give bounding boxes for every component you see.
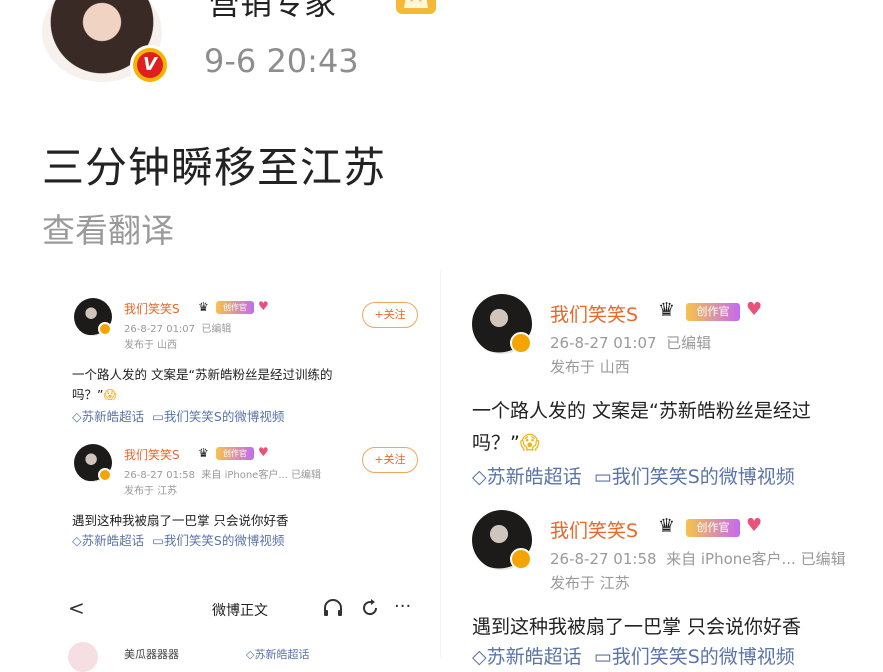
- nav-title: 微博正文: [212, 603, 268, 619]
- creator-tag: 创作官: [216, 447, 254, 460]
- post-text: 一个路人发的 文案是“苏新皓粉丝是经过训练的: [72, 367, 333, 382]
- diamond-icon: ◇: [472, 646, 487, 668]
- translate-link[interactable]: 查看翻译: [42, 204, 174, 252]
- topic-links[interactable]: ◇苏新皓超话 ▭我们笑笑S的微博视频: [472, 462, 795, 489]
- diamond-icon: ◇: [472, 466, 487, 488]
- creator-tag: 创作官: [216, 301, 254, 314]
- timestamp: 26-8-27 01:07 已编辑: [550, 334, 712, 352]
- creator-tag: 创作官: [686, 519, 740, 537]
- crown-icon: ♛: [198, 300, 209, 314]
- author-name[interactable]: 营销专家: [208, 0, 336, 24]
- detail-nav-bar: < 微博正文 ···: [56, 588, 436, 630]
- heart-icon: ♥: [258, 445, 269, 459]
- refresh-icon[interactable]: [360, 598, 380, 618]
- timestamp: 26-8-27 01:07 已编辑: [124, 324, 232, 335]
- follow-button[interactable]: +关注: [362, 302, 418, 328]
- username[interactable]: 我们笑笑S: [550, 300, 638, 327]
- verified-badge: V: [130, 45, 170, 85]
- back-button[interactable]: <: [68, 596, 85, 620]
- emoji-icon: 😱: [103, 387, 117, 402]
- topic-links[interactable]: ◇苏新皓超话 ▭我们笑笑S的微博视频: [472, 642, 795, 669]
- video-icon: ▭: [587, 466, 612, 488]
- verified-badge: [98, 322, 112, 336]
- crown-icon: [396, 0, 436, 14]
- crown-icon: ♛: [658, 515, 676, 537]
- diamond-icon: ◇: [72, 533, 82, 548]
- topic-links[interactable]: ◇苏新皓超话 ▭我们笑笑S的微博视频: [72, 530, 284, 549]
- username[interactable]: 我们笑笑S: [124, 300, 180, 317]
- post-timestamp: 9-6 20:43: [204, 42, 359, 80]
- location: 发布于 山西: [124, 340, 178, 351]
- post-text: 一个路人发的 文案是“苏新皓粉丝是经过: [472, 400, 811, 422]
- heart-icon: ♥: [258, 299, 269, 313]
- crown-icon: ♛: [658, 299, 676, 321]
- avatar[interactable]: [68, 642, 98, 672]
- verified-badge: [510, 548, 532, 570]
- video-icon: ▭: [148, 409, 164, 424]
- more-button[interactable]: ···: [394, 596, 411, 617]
- heart-icon: ♥: [746, 515, 763, 536]
- creator-tag: 创作官: [686, 303, 740, 321]
- topic-link[interactable]: ◇苏新皓超话: [246, 646, 309, 662]
- post-text: 遇到这种我被扇了一巴掌 只会说你好香: [72, 513, 289, 528]
- location: 发布于 山西: [550, 358, 630, 376]
- verified-badge: [98, 468, 112, 482]
- divider: [440, 270, 441, 658]
- username[interactable]: 我们笑笑S: [550, 516, 638, 543]
- listen-icon[interactable]: [322, 598, 344, 618]
- post-text-line2: 吗？”😱: [72, 387, 117, 402]
- verified-badge: [510, 332, 532, 354]
- post-text: 三分钟瞬移至江苏: [42, 143, 387, 192]
- follow-button[interactable]: +关注: [362, 447, 418, 473]
- post-text: 遇到这种我被扇了一巴掌 只会说你好香: [472, 616, 802, 638]
- topic-links[interactable]: ◇苏新皓超话 ▭我们笑笑S的微博视频: [72, 406, 284, 425]
- embedded-screenshot-right[interactable]: 我们笑笑S ♛ 创作官 ♥ 26-8-27 01:07 已编辑 发布于 山西 一…: [460, 270, 883, 668]
- timestamp: 26-8-27 01:58 来自 iPhone客户... 已编辑: [124, 470, 322, 481]
- username[interactable]: 美瓜器器器: [124, 646, 179, 662]
- heart-icon: ♥: [746, 299, 763, 320]
- crown-icon: ♛: [198, 446, 209, 460]
- video-icon: ▭: [587, 646, 612, 668]
- video-icon: ▭: [148, 533, 164, 548]
- diamond-icon: ◇: [72, 409, 82, 424]
- location: 发布于 江苏: [550, 574, 630, 592]
- location: 发布于 江苏: [124, 486, 178, 497]
- emoji-icon: 😱: [519, 432, 540, 454]
- post-text-line2: 吗？”😱: [472, 432, 540, 454]
- username[interactable]: 我们笑笑S: [124, 446, 180, 463]
- embedded-screenshot-left[interactable]: 我们笑笑S ♛ 创作官 ♥ +关注 26-8-27 01:07 已编辑 发布于 …: [56, 270, 436, 672]
- timestamp: 26-8-27 01:58 来自 iPhone客户... 已编辑: [550, 550, 846, 568]
